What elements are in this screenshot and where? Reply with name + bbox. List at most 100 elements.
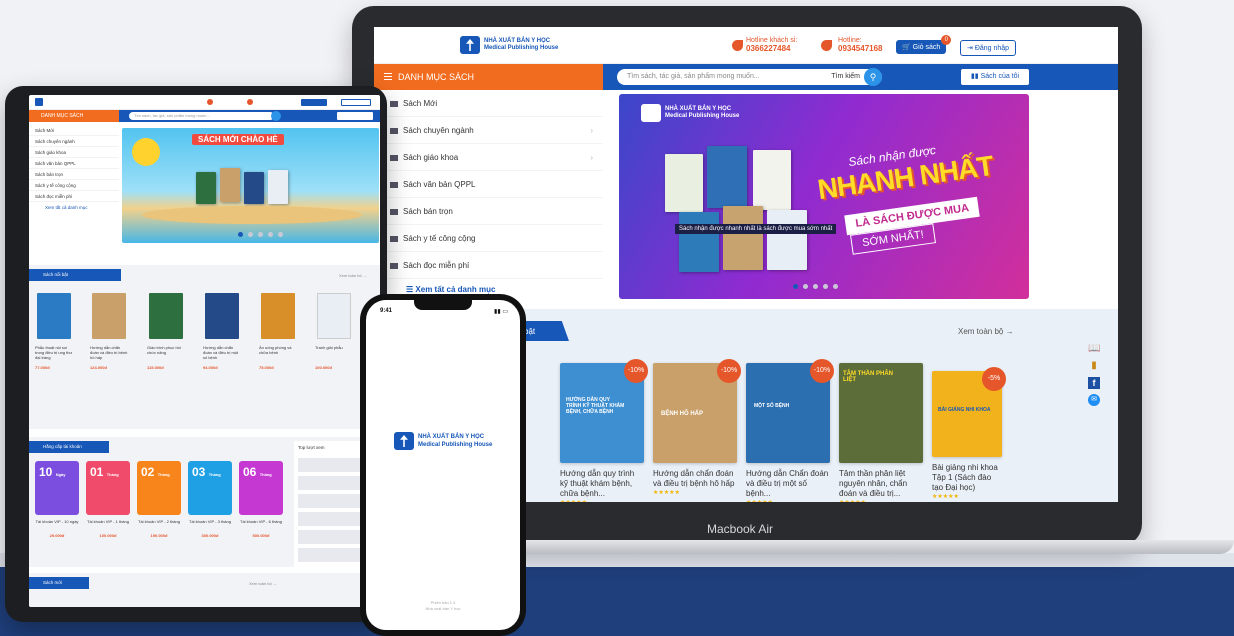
sidebar-item-label: Sách chuyên ngành [403, 126, 474, 135]
vip-unit: Ngày [55, 472, 66, 477]
vip-unit: Tháng [157, 472, 170, 477]
cover-title: HƯỚNG DẪN QUY TRÌNH KỸ THUẬT KHÁM BỆNH, … [566, 397, 625, 415]
vip-num: 03 [192, 465, 206, 479]
cart-button[interactable]: 🛒 Giỏ sách 0 [896, 35, 952, 54]
sidebar-item-textbook[interactable]: Sách giáo khoa › [374, 144, 603, 171]
cart-label: Giỏ sách [912, 44, 941, 51]
hero-banner[interactable]: NHÀ XUẤT BẢN Y HỌC Medical Publishing Ho… [619, 94, 1029, 299]
site-logo[interactable]: NHÀ XUẤT BẢN Y HỌC Medical Publishing Ho… [460, 36, 558, 54]
see-all-link[interactable]: Xem toàn bộ → [339, 273, 367, 278]
sidebar-item-new[interactable]: Sách Mới [374, 90, 603, 117]
sidebar-item-free[interactable]: Sách đọc miễn phí [374, 252, 603, 279]
product-name: Tâm thần phân liệt nguyên nhân, chẩn đoá… [839, 469, 908, 498]
tablet-hero-banner[interactable]: SÁCH MỚI CHÀO HÈ [122, 128, 379, 243]
bookmark-icon[interactable]: ▮ [1088, 360, 1100, 372]
product-card[interactable]: -10% HƯỚNG DẪN QUY TRÌNH KỸ THUẬT KHÁM B… [560, 359, 648, 502]
book-price: 124.000đ [90, 365, 107, 370]
book-name: Phẫu thuật nội soi trong điều trị ung th… [35, 345, 73, 360]
sidebar-item[interactable]: Sách Mới [29, 125, 119, 136]
book-cover[interactable] [205, 293, 239, 339]
logo-line1: NHÀ XUẤT BẢN Y HỌC [484, 38, 551, 44]
my-books-button[interactable]: ▮▮ Sách của tôi [961, 69, 1029, 85]
sidebar-item[interactable]: Sách chuyên ngành [29, 136, 119, 147]
book-name: Hướng dẫn chẩn đoán và điều trị bệnh hô … [90, 345, 128, 360]
vip-unit: Tháng [208, 472, 221, 477]
book-price: 75.000đ [259, 365, 274, 370]
vip-unit: Tháng [259, 472, 272, 477]
sidebar-item-specialized[interactable]: Sách chuyên ngành › [374, 117, 603, 144]
sidebar-item[interactable]: Sách văn bản QPPL [29, 158, 119, 169]
tablet-screen: DANH MỤC SÁCH Tìm sách, tác giả, sản phẩ… [29, 95, 380, 607]
book-cover[interactable] [149, 293, 183, 339]
search-button-label[interactable]: Tìm kiếm [831, 69, 860, 85]
open-book-icon[interactable]: 📖 [1088, 343, 1100, 355]
vip-card[interactable]: 10 Ngày [35, 461, 79, 515]
login-button[interactable]: ⇥ Đăng nhập [960, 40, 1017, 56]
cart-count-badge: 0 [941, 35, 952, 45]
category-menu-button[interactable]: DANH MỤC SÁCH [374, 64, 603, 90]
tablet-sidebar: Sách Mới Sách chuyên ngành Sách giáo kho… [29, 125, 119, 213]
tablet-nav: DANH MỤC SÁCH Tìm sách, tác giả, sản phẩ… [29, 110, 380, 122]
product-cover: TÂM THẦN PHÂN LIỆT [839, 363, 923, 463]
logo-icon [641, 104, 661, 122]
banner-book [707, 146, 747, 208]
vip-card[interactable]: 06 Tháng [239, 461, 283, 515]
product-card[interactable]: -10% BỆNH HÔ HẤP Hướng dẫn chẩn đoán và … [653, 359, 741, 496]
vip-card[interactable]: 03 Tháng [188, 461, 232, 515]
featured-see-all-link[interactable]: Xem toàn bộ → [958, 327, 1014, 336]
product-cover: -10% HƯỚNG DẪN QUY TRÌNH KỸ THUẬT KHÁM B… [560, 359, 648, 463]
sidebar-item-bundle[interactable]: Sách bán trọn [374, 198, 603, 225]
hotline-wholesale[interactable]: Hotline khách sỉ: 0366227484 [746, 37, 797, 53]
logo-icon [460, 36, 480, 54]
sidebar-item[interactable]: Sách đọc miễn phí [29, 191, 119, 202]
sand-illustration [142, 206, 362, 224]
login-button[interactable] [341, 99, 371, 106]
banner-book [767, 210, 807, 270]
carousel-dots[interactable] [793, 284, 838, 289]
search-icon[interactable]: ⚲ [864, 68, 882, 86]
book-cover[interactable] [92, 293, 126, 339]
sidebar-item-public-health[interactable]: Sách y tế công cộng [374, 225, 603, 252]
see-all-link[interactable]: Xem toàn bộ → [249, 581, 277, 586]
facebook-icon[interactable]: f [1088, 377, 1100, 389]
section-title: Sách mới [29, 577, 89, 589]
site-header: NHÀ XUẤT BẢN Y HỌC Medical Publishing Ho… [374, 27, 1118, 64]
discount-badge: -10% [810, 359, 834, 383]
book-cover[interactable] [317, 293, 351, 339]
tablet-category-button[interactable]: DANH MỤC SÁCH [29, 110, 119, 122]
vip-card[interactable]: 02 Tháng [137, 461, 181, 515]
search-icon[interactable] [271, 111, 281, 121]
product-card[interactable]: -5% BÀI GIẢNG NHI KHOA Bài giảng nhi kho… [932, 363, 1006, 500]
sun-illustration [132, 138, 160, 166]
vip-unit: Tháng [106, 472, 119, 477]
product-card[interactable]: TÂM THẦN PHÂN LIỆT Tâm thần phân liệt ng… [839, 363, 923, 502]
messenger-icon[interactable]: ✉ [1088, 394, 1100, 406]
cart-button[interactable] [301, 99, 327, 106]
tablet-vip-section: Hằng cấp tài khoản 10 Ngày Tài khoản VIP… [29, 437, 380, 601]
vip-name: Tài khoản VIP - 3 tháng [189, 519, 231, 524]
vip-name: Tài khoản VIP - 6 tháng [240, 519, 282, 524]
product-card[interactable]: -10% MỘT SỐ BỆNH Hướng dẫn Chẩn đoán và … [746, 359, 834, 502]
banner-caption: Sách nhận được nhanh nhất là sách được m… [675, 224, 837, 234]
book-cover[interactable] [37, 293, 71, 339]
login-icon: ⇥ [967, 45, 973, 52]
sidebar-item[interactable]: Sách y tế công cộng [29, 180, 119, 191]
rating-stars-icon: ★★★★★ [839, 499, 923, 502]
rating-stars-icon: ★★★★★ [560, 499, 644, 502]
cover-title: BÀI GIẢNG NHI KHOA [938, 407, 991, 413]
sidebar-item[interactable]: Sách giáo khoa [29, 147, 119, 158]
view-all-categories-link[interactable]: Xem tất cả danh mục [29, 202, 119, 213]
my-books-button[interactable] [337, 112, 373, 120]
tablet-search-input[interactable]: Tìm sách, tác giả, sản phẩm mong muốn... [129, 112, 274, 120]
vip-price: 190.000đ [150, 533, 168, 538]
sidebar-item-legal[interactable]: Sách văn bản QPPL [374, 171, 603, 198]
search-input[interactable]: Tìm sách, tác giả, sản phẩm mong muốn...… [617, 68, 882, 86]
carousel-dots[interactable] [238, 232, 283, 237]
book-cover[interactable] [261, 293, 295, 339]
tablet-featured-section: Sách nổi bật Xem toàn bộ → Phẫu thuật nộ… [29, 265, 380, 429]
vip-card[interactable]: 01 Tháng [86, 461, 130, 515]
sidebar-item[interactable]: Sách bán trọn [29, 169, 119, 180]
hamburger-icon [384, 73, 392, 80]
phone-notch [414, 300, 472, 310]
hotline[interactable]: Hotline: 0934547168 [838, 37, 883, 53]
